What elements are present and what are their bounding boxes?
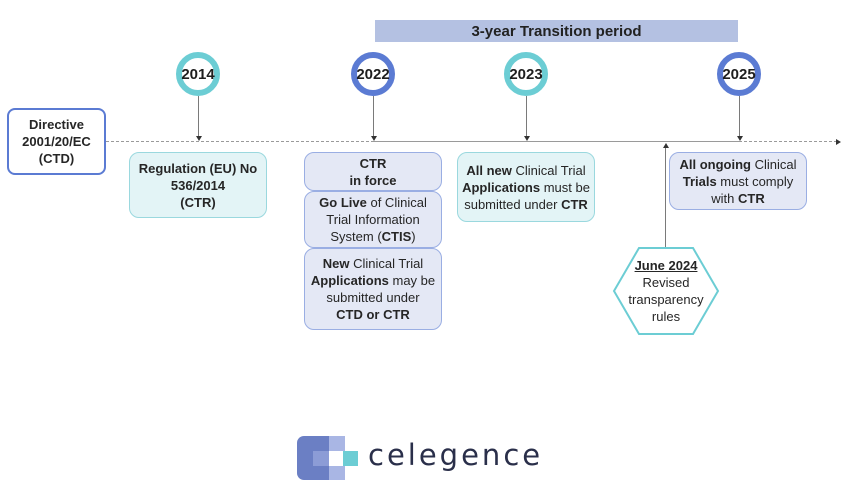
directive-line: 2001/20/EC — [22, 134, 91, 149]
connector-2014 — [198, 96, 199, 136]
box-line: All ongoing Clinical — [679, 156, 797, 172]
hexagon-line: transparency — [628, 292, 704, 307]
box-line: All new Clinical Trial — [466, 162, 586, 178]
milestone-2022: 2022 — [351, 52, 395, 96]
celegence-logo-icon — [297, 436, 359, 480]
arrow-up-icon — [663, 143, 669, 148]
milestone-year: 2023 — [509, 65, 543, 83]
directive-line: (CTD) — [38, 151, 75, 166]
box-line: New Clinical Trial — [322, 256, 424, 271]
timeline-arrow-icon — [836, 139, 841, 145]
celegence-logo-text: celegence — [368, 438, 544, 472]
directive-line: Directive — [29, 117, 84, 132]
connector-2023 — [526, 96, 527, 136]
transition-period-label: 3-year Transition period — [471, 22, 642, 40]
directive-box: Directive 2001/20/EC (CTD) — [7, 108, 106, 175]
box-line: CTR — [359, 155, 387, 171]
box-line: submitted under — [326, 290, 420, 305]
hexagon-line: Revised — [642, 275, 690, 290]
box-line: Trials must comply — [682, 173, 794, 189]
timeline-solid-segment — [374, 141, 739, 142]
all-new-applications-box: All new Clinical Trial Applications must… — [457, 152, 595, 222]
box-line: with CTR — [711, 190, 765, 206]
timeline-dashed-segment-end — [739, 141, 837, 142]
box-line: Applications may be — [310, 273, 436, 288]
arrow-down-icon — [524, 136, 530, 141]
arrow-down-icon — [196, 136, 202, 141]
connector-2022 — [373, 96, 374, 136]
milestone-year: 2014 — [181, 65, 215, 83]
box-line: System (CTIS) — [330, 229, 416, 244]
box-line: 536/2014 — [170, 177, 226, 193]
box-line: Go Live of Clinical — [319, 195, 427, 210]
milestone-year: 2022 — [356, 65, 390, 83]
regulation-box: Regulation (EU) No 536/2014 (CTR) — [129, 152, 267, 218]
box-line: in force — [349, 172, 397, 188]
milestone-2014: 2014 — [176, 52, 220, 96]
box-line: Regulation (EU) No — [138, 160, 258, 176]
new-applications-box: New Clinical Trial Applications may be s… — [304, 248, 442, 330]
connector-june-2024 — [665, 147, 666, 248]
milestone-2023: 2023 — [504, 52, 548, 96]
hexagon-title: June 2024 — [634, 258, 698, 273]
timeline-dashed-segment-start — [106, 141, 374, 142]
all-ongoing-trials-box: All ongoing Clinical Trials must comply … — [669, 152, 807, 210]
box-line: (CTR) — [180, 194, 216, 210]
box-line: submitted under CTR — [464, 196, 588, 212]
box-line: Trial Information — [326, 212, 420, 227]
milestone-year: 2025 — [722, 65, 756, 83]
hexagon-line: rules — [651, 309, 681, 324]
transition-period-banner: 3-year Transition period — [375, 20, 738, 42]
box-line: CTD or CTR — [336, 307, 410, 322]
ctis-go-live-box: Go Live of Clinical Trial Information Sy… — [304, 191, 442, 248]
arrow-down-icon — [737, 136, 743, 141]
connector-2025 — [739, 96, 740, 136]
milestone-2025: 2025 — [717, 52, 761, 96]
june-2024-text: June 2024 Revised transparency rules — [620, 257, 712, 325]
box-line: Applications must be — [462, 179, 590, 195]
arrow-down-icon — [371, 136, 377, 141]
ctr-in-force-box: CTR in force — [304, 152, 442, 191]
